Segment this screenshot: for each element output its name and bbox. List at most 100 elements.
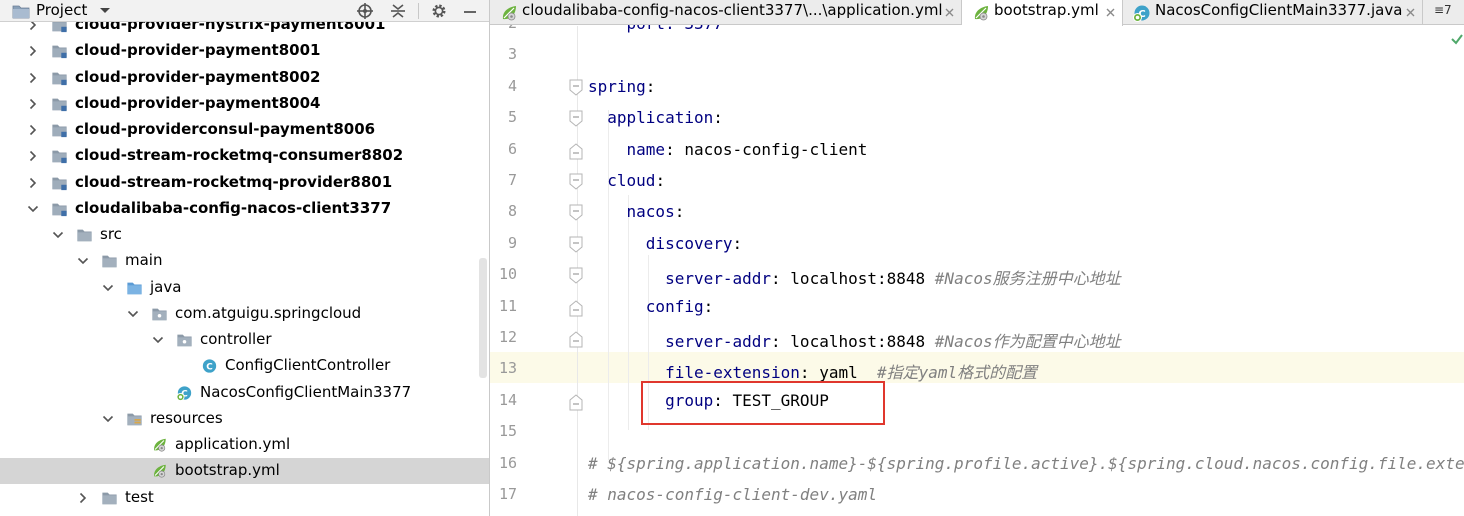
locate-target-icon[interactable] bbox=[356, 2, 374, 20]
tree-item[interactable]: com.atguigu.springcloud bbox=[0, 301, 489, 327]
code-line[interactable]: 4 spring: bbox=[490, 73, 1464, 104]
close-icon[interactable] bbox=[1406, 8, 1415, 17]
expand-arrow-right-icon[interactable] bbox=[27, 124, 39, 136]
tree-item[interactable]: main bbox=[0, 248, 489, 274]
fold-start-icon[interactable] bbox=[568, 110, 584, 128]
code-line[interactable]: 6 name: nacos-config-client bbox=[490, 136, 1464, 167]
minimize-icon[interactable] bbox=[461, 2, 479, 20]
fold-start-icon[interactable] bbox=[568, 267, 584, 285]
expand-arrow-right-icon[interactable] bbox=[27, 177, 39, 189]
tree-item[interactable]: bootstrap.yml bbox=[0, 458, 489, 484]
yaml-value: : localhost:8848 bbox=[771, 332, 935, 351]
code-line[interactable]: 16 # ${spring.application.name}-${spring.… bbox=[490, 450, 1464, 481]
code-line[interactable]: 8 nacos: bbox=[490, 198, 1464, 229]
tab-overflow-menu[interactable]: ≡7 bbox=[1434, 3, 1452, 17]
package-icon bbox=[152, 308, 167, 321]
tree-item[interactable]: src bbox=[0, 222, 489, 248]
expand-arrow-right-icon[interactable] bbox=[27, 72, 39, 84]
line-number: 13 bbox=[498, 359, 517, 377]
project-title[interactable]: Project bbox=[36, 1, 87, 19]
fold-end-icon[interactable] bbox=[568, 330, 584, 348]
expand-arrow-down-icon[interactable] bbox=[102, 282, 114, 294]
tree-item[interactable]: cloud-stream-rocketmq-provider8801 bbox=[0, 170, 489, 196]
code-comment: # nacos-config-client-dev.yaml bbox=[588, 485, 877, 504]
tree-item[interactable]: C ConfigClientController bbox=[0, 353, 489, 379]
line-number: 3 bbox=[507, 45, 517, 63]
line-number: 15 bbox=[498, 422, 517, 440]
tree-item[interactable]: cloudalibaba-config-nacos-client3377 bbox=[0, 196, 489, 222]
expand-arrow-right-icon[interactable] bbox=[27, 45, 39, 57]
code-line[interactable]: 10 server-addr: localhost:8848 #Nacos服务注… bbox=[490, 261, 1464, 292]
expand-arrow-right-icon[interactable] bbox=[77, 492, 89, 504]
tree-item[interactable]: test bbox=[0, 485, 489, 511]
tree-item[interactable]: controller bbox=[0, 327, 489, 353]
fold-end-icon[interactable] bbox=[568, 142, 584, 160]
code-line[interactable]: 9 discovery: bbox=[490, 230, 1464, 261]
close-icon[interactable] bbox=[1106, 8, 1115, 17]
fold-end-icon[interactable] bbox=[568, 299, 584, 317]
tree-item[interactable]: cloud-provider-payment8001 bbox=[0, 38, 489, 64]
yaml-value: : bbox=[732, 234, 743, 253]
editor-tab-label: NacosConfigClientMain3377.java bbox=[1155, 1, 1403, 19]
tree-item-label: controller bbox=[200, 330, 272, 348]
expand-arrow-down-icon[interactable] bbox=[77, 255, 89, 267]
collapse-all-icon[interactable] bbox=[389, 2, 407, 20]
fold-end-icon[interactable] bbox=[568, 393, 584, 411]
expand-arrow-right-icon[interactable] bbox=[27, 150, 39, 162]
gear-icon[interactable] bbox=[430, 2, 448, 20]
module-folder-icon bbox=[52, 203, 67, 217]
chevron-down-icon[interactable] bbox=[98, 3, 112, 17]
code-text: file-extension: yaml #指定yaml格式的配置 bbox=[588, 359, 1037, 383]
tree-item[interactable]: resources bbox=[0, 406, 489, 432]
line-number: 16 bbox=[498, 454, 517, 472]
code-line[interactable]: 12 server-addr: localhost:8848 #Nacos作为配… bbox=[490, 324, 1464, 355]
tree-item-label: cloud-providerconsul-payment8006 bbox=[75, 120, 376, 138]
code-text: nacos: bbox=[588, 202, 685, 221]
editor-tab[interactable]: bootstrap.yml bbox=[962, 0, 1123, 26]
editor-tab-label: cloudalibaba-config-nacos-client3377\...… bbox=[522, 1, 943, 19]
expand-arrow-down-icon[interactable] bbox=[152, 334, 164, 346]
fold-start-icon[interactable] bbox=[568, 173, 584, 191]
code-line[interactable]: 15 bbox=[490, 418, 1464, 449]
expand-arrow-down-icon[interactable] bbox=[102, 413, 114, 425]
expand-arrow-down-icon[interactable] bbox=[27, 203, 39, 215]
spring-boot-class-icon: C bbox=[176, 386, 192, 401]
code-text: config: bbox=[588, 297, 713, 316]
code-line[interactable]: 14 group: TEST_GROUP bbox=[490, 387, 1464, 418]
expand-arrow-down-icon[interactable] bbox=[127, 308, 139, 320]
tree-item[interactable]: cloud-stream-rocketmq-consumer8802 bbox=[0, 143, 489, 169]
yaml-key: cloud bbox=[588, 171, 656, 190]
fold-start-icon[interactable] bbox=[568, 204, 584, 222]
code-line[interactable]: 3 bbox=[490, 41, 1464, 72]
code-line[interactable]: 5 application: bbox=[490, 104, 1464, 135]
expand-arrow-right-icon[interactable] bbox=[27, 98, 39, 110]
yaml-key: server-addr bbox=[588, 332, 772, 351]
editor-tab[interactable]: C NacosConfigClientMain3377.java bbox=[1123, 0, 1423, 25]
tree-item[interactable]: java bbox=[0, 275, 489, 301]
tree-item-label: main bbox=[125, 251, 163, 269]
project-scrollbar[interactable] bbox=[479, 258, 487, 378]
tree-item[interactable]: C NacosConfigClientMain3377 bbox=[0, 380, 489, 406]
code-editor[interactable]: 2 port: 337734spring:5 application:6 nam… bbox=[490, 0, 1464, 516]
expand-arrow-down-icon[interactable] bbox=[52, 229, 64, 241]
yaml-value: : yaml bbox=[799, 363, 877, 382]
close-icon[interactable] bbox=[945, 8, 954, 17]
tree-item-label: cloudalibaba-config-nacos-client3377 bbox=[75, 199, 392, 217]
editor-tab[interactable]: cloudalibaba-config-nacos-client3377\...… bbox=[490, 0, 962, 25]
tree-item-label: com.atguigu.springcloud bbox=[175, 304, 362, 322]
tree-item-label: src bbox=[100, 225, 122, 243]
code-line[interactable]: 11 config: bbox=[490, 293, 1464, 324]
code-line[interactable]: 13 file-extension: yaml #指定yaml格式的配置 bbox=[490, 355, 1464, 386]
fold-start-icon[interactable] bbox=[568, 79, 584, 97]
code-line[interactable]: 17 # nacos-config-client-dev.yaml bbox=[490, 481, 1464, 512]
code-line[interactable]: 7 cloud: bbox=[490, 167, 1464, 198]
tree-item[interactable]: cloud-provider-payment8004 bbox=[0, 91, 489, 117]
module-folder-icon bbox=[52, 45, 67, 59]
inspection-ok-icon[interactable] bbox=[1450, 32, 1464, 46]
line-number: 17 bbox=[498, 485, 517, 503]
tree-item[interactable]: cloud-provider-payment8002 bbox=[0, 65, 489, 91]
code-text: name: nacos-config-client bbox=[588, 140, 868, 159]
tree-item[interactable]: application.yml bbox=[0, 432, 489, 458]
tree-item[interactable]: cloud-providerconsul-payment8006 bbox=[0, 117, 489, 143]
fold-start-icon[interactable] bbox=[568, 236, 584, 254]
